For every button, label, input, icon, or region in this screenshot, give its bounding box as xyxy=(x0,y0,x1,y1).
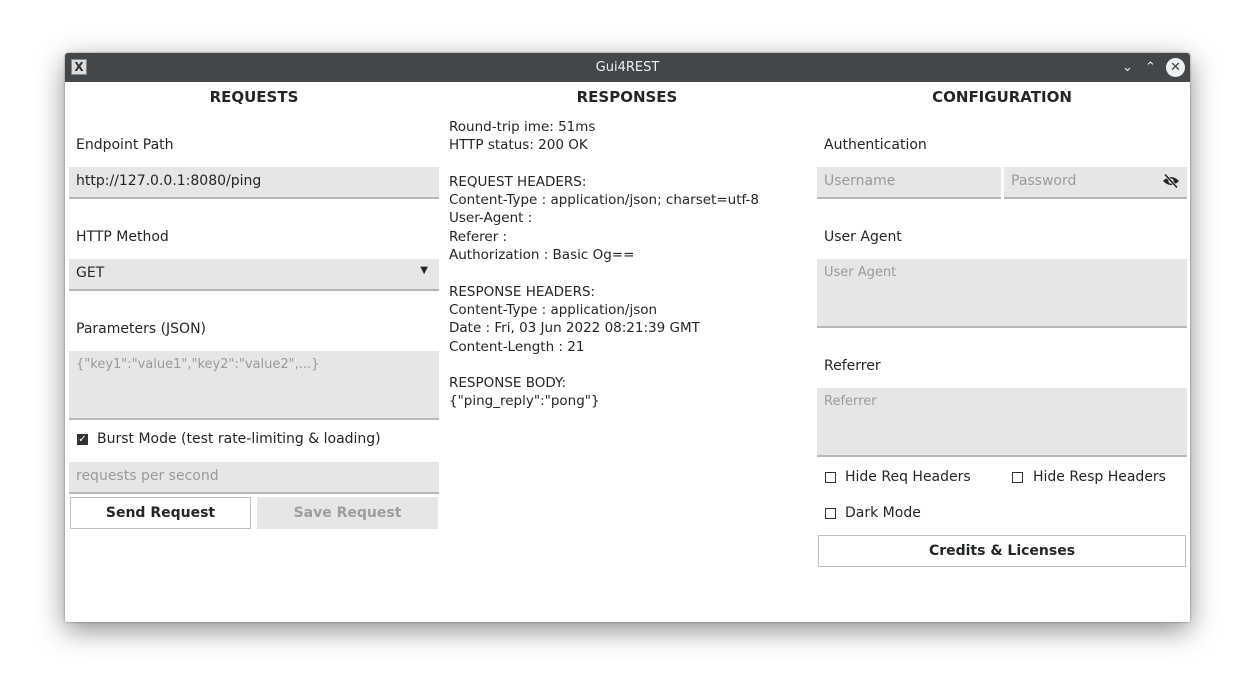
hide-req-headers-checkbox[interactable] xyxy=(825,472,836,483)
response-line: Round-trip ime: 51ms xyxy=(449,119,596,135)
responses-heading: RESPONSES xyxy=(576,88,678,106)
dropdown-arrow-icon: ▼ xyxy=(420,265,428,276)
password-placeholder: Password xyxy=(1011,173,1077,189)
dark-mode-label: Dark Mode xyxy=(845,505,921,521)
password-input[interactable]: Password xyxy=(1004,167,1187,199)
response-line: RESPONSE HEADERS: xyxy=(449,283,596,300)
authentication-label: Authentication xyxy=(824,137,927,153)
maximize-icon[interactable]: ⌃ xyxy=(1141,58,1160,77)
http-method-select[interactable]: GET ▼ xyxy=(69,259,439,291)
credits-licenses-button[interactable]: Credits & Licenses xyxy=(818,535,1186,567)
send-request-button[interactable]: Send Request xyxy=(70,497,251,529)
burst-mode-label: Burst Mode (test rate-limiting & loading… xyxy=(97,431,381,447)
minimize-icon[interactable]: ⌄ xyxy=(1118,58,1137,77)
hide-resp-headers-checkbox[interactable] xyxy=(1012,472,1023,483)
response-line: HTTP status: 200 OK xyxy=(449,137,588,154)
response-line: REQUEST HEADERS: xyxy=(449,173,587,190)
response-line: Content-Type : application/json; charset… xyxy=(449,192,759,209)
configuration-heading: CONFIGURATION xyxy=(932,88,1072,106)
requests-per-second-input[interactable]: requests per second xyxy=(69,462,439,494)
response-line xyxy=(449,155,809,173)
response-line: Date : Fri, 03 Jun 2022 08:21:39 GMT xyxy=(449,320,700,337)
referrer-textarea[interactable]: Referrer xyxy=(817,388,1187,457)
response-line: Authorization : Basic Og== xyxy=(449,247,635,264)
main-content: REQUESTS Endpoint Path http://127.0.0.1:… xyxy=(65,82,1190,622)
response-output: Round-trip ime: 51ms HTTP status: 200 OK R… xyxy=(449,118,809,411)
http-method-value: GET xyxy=(76,265,105,281)
endpoint-label: Endpoint Path xyxy=(76,137,174,153)
endpoint-input[interactable]: http://127.0.0.1:8080/ping xyxy=(69,167,439,199)
hide-resp-headers-label: Hide Resp Headers xyxy=(1033,469,1166,485)
title-bar[interactable]: X Gui4REST ⌄ ⌃ ✕ xyxy=(65,53,1190,82)
user-agent-label: User Agent xyxy=(824,229,902,245)
referrer-label: Referrer xyxy=(824,358,881,374)
parameters-textarea[interactable]: {"key1":"value1","key2":"value2",...} xyxy=(69,351,439,420)
save-request-button[interactable]: Save Request xyxy=(257,497,438,529)
eye-slash-icon[interactable] xyxy=(1162,173,1180,193)
app-window: X Gui4REST ⌄ ⌃ ✕ REQUESTS Endpoint Path … xyxy=(65,53,1190,622)
requests-heading: REQUESTS xyxy=(209,88,299,106)
window-title: Gui4REST xyxy=(595,60,660,75)
response-line: Content-Length : 21 xyxy=(449,338,585,355)
hide-req-headers-label: Hide Req Headers xyxy=(845,469,971,485)
response-line: User-Agent : xyxy=(449,210,533,227)
response-line: {"ping_reply":"pong"} xyxy=(449,393,600,410)
user-agent-textarea[interactable]: User Agent xyxy=(817,259,1187,328)
response-line: RESPONSE BODY: xyxy=(449,375,567,392)
http-method-label: HTTP Method xyxy=(76,229,169,245)
response-line xyxy=(449,264,809,282)
response-line xyxy=(449,356,809,374)
username-input[interactable]: Username xyxy=(817,167,1001,199)
response-line: Content-Type : application/json xyxy=(449,301,658,318)
dark-mode-checkbox[interactable] xyxy=(825,508,836,519)
parameters-label: Parameters (JSON) xyxy=(76,321,207,337)
response-line: Referer : xyxy=(449,228,508,245)
close-icon[interactable]: ✕ xyxy=(1166,58,1185,77)
burst-mode-checkbox[interactable]: ✓ xyxy=(77,434,88,445)
